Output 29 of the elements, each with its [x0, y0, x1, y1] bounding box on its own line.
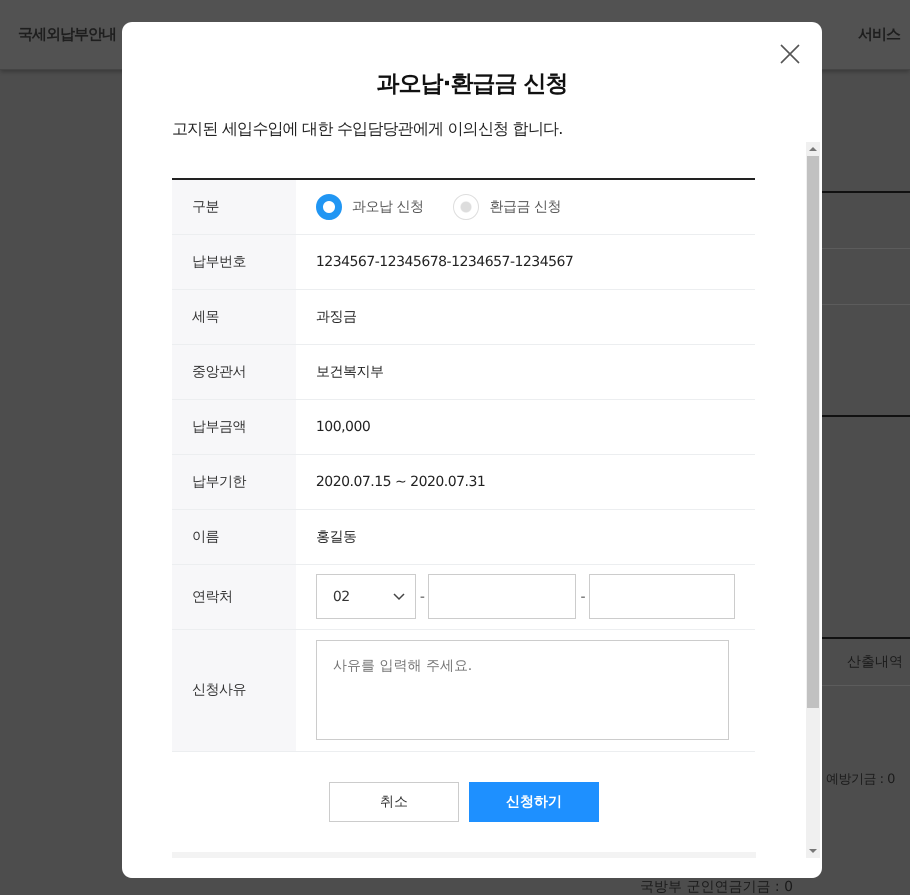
- dialog-title: 과오납·환급금 신청: [376, 70, 568, 99]
- field-label: 구분: [192, 198, 219, 215]
- field-value: 1234567-12345678-1234657-1234567: [316, 254, 574, 270]
- dialog-description: 고지된 세입수입에 대한 수입담당관에게 이의신청 합니다.: [172, 119, 564, 140]
- cancel-button[interactable]: 취소: [329, 782, 459, 822]
- field-value: 2020.07.15 ~ 2020.07.31: [316, 474, 486, 490]
- chevron-icon: [392, 592, 405, 600]
- radio-option[interactable]: 환급금 신청: [453, 194, 561, 220]
- field-value: 홍길동: [316, 528, 356, 544]
- field-label: 신청사유: [192, 682, 246, 698]
- phone-input-field[interactable]: [428, 574, 576, 619]
- dash-separator: -: [420, 588, 424, 604]
- field-label: 이름: [192, 528, 219, 544]
- dash-separator: -: [580, 588, 585, 604]
- field-label: 연락처: [192, 588, 232, 604]
- phone-input-field[interactable]: [589, 574, 735, 619]
- field-label: 납부금액: [192, 418, 246, 434]
- field-label: 납부기한: [192, 474, 246, 490]
- area-code-select[interactable]: 02: [316, 574, 416, 619]
- radio-option[interactable]: 과오납 신청: [316, 194, 424, 220]
- field-value: 과징금: [316, 308, 356, 324]
- field-value: 100,000: [316, 418, 370, 434]
- field-label: 세목: [192, 308, 219, 324]
- scrollbar[interactable]: [806, 142, 820, 858]
- field-label: 납부번호: [192, 254, 246, 270]
- close-icon[interactable]: [780, 44, 800, 64]
- field-label: 중앙관서: [192, 364, 246, 380]
- field-value: 보건복지부: [316, 364, 384, 380]
- reason-input-field[interactable]: 사유를 입력해 주세요.: [316, 640, 729, 740]
